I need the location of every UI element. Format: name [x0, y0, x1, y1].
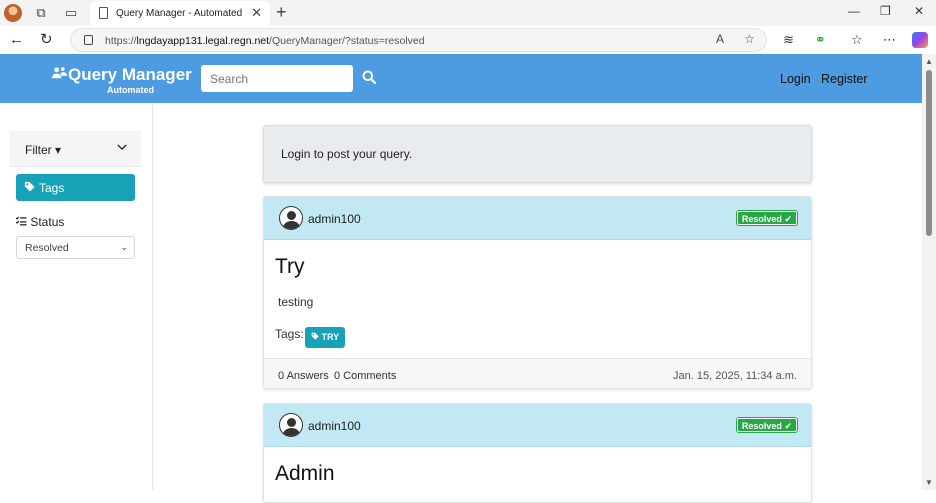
brand-subtitle: Automated — [107, 85, 154, 95]
status-heading: Status — [15, 215, 65, 229]
search-input[interactable] — [201, 65, 353, 92]
question-footer: 0 Answers 0 Comments Jan. 15, 2025, 11:3… — [264, 358, 811, 388]
profile-avatar[interactable] — [4, 4, 22, 22]
comments-count: 0 Comments — [334, 370, 397, 382]
more-menu-icon[interactable]: ⋯ — [883, 32, 896, 48]
resolved-badge: Resolved ✔ — [736, 211, 797, 225]
new-tab-button[interactable]: + — [276, 2, 287, 23]
tab-close-icon[interactable]: ✕ — [251, 5, 262, 21]
answers-count: 0 Answers — [278, 370, 329, 382]
app-navbar: Query Manager Automated Login Register — [0, 54, 922, 103]
tag-icon — [311, 332, 319, 342]
restore-button[interactable]: ❐ — [880, 4, 891, 18]
favorites-icon[interactable]: ☆ — [851, 32, 863, 48]
question-card[interactable]: admin100 Resolved ✔ Try testing Tags: TR… — [263, 196, 812, 389]
login-notice: Login to post your query. — [263, 125, 812, 183]
read-aloud-icon[interactable]: A — [716, 32, 724, 46]
filter-sidebar: Filter ▾ Tags Status Resolved ⌄ — [0, 103, 153, 490]
user-avatar-icon — [279, 413, 303, 437]
status-select[interactable]: Resolved ⌄ — [16, 236, 135, 259]
tag-icon — [24, 181, 35, 195]
question-body: testing — [278, 295, 314, 309]
register-link[interactable]: Register — [821, 72, 868, 86]
filter-caret-icon: ▾ — [55, 143, 62, 157]
users-icon — [52, 66, 67, 85]
browser-tab[interactable]: Query Manager - Automated ✕ — [90, 1, 270, 26]
back-arrow-icon[interactable]: ← — [9, 32, 24, 48]
scroll-up-icon[interactable]: ▲ — [925, 57, 933, 66]
chevron-down-icon — [117, 144, 127, 151]
question-title[interactable]: Try — [275, 255, 305, 279]
question-date: Jan. 15, 2025, 11:34 a.m. — [673, 370, 797, 382]
select-chevron-icon: ⌄ — [120, 242, 128, 252]
scroll-thumb[interactable] — [926, 70, 932, 236]
tab-title: Query Manager - Automated — [116, 8, 243, 19]
window-close-button[interactable]: ✕ — [914, 4, 924, 18]
refresh-icon[interactable]: ↻ — [40, 32, 53, 48]
filter-toggle[interactable]: Filter ▾ — [10, 131, 141, 167]
question-author[interactable]: admin100 — [308, 419, 361, 433]
list-check-icon — [15, 215, 30, 229]
url-field[interactable]: https://lngdayapp131.legal.regn.net/Quer… — [70, 28, 767, 52]
workspaces-icon[interactable]: ⧉ — [33, 5, 49, 21]
tags-row-label: Tags: — [275, 327, 304, 341]
tab-actions-icon[interactable]: ▭ — [63, 5, 79, 21]
link-extension-icon[interactable]: ⚭ — [815, 32, 826, 48]
tag-pill[interactable]: TRY — [305, 327, 346, 348]
page-scrollbar[interactable]: ▲ ▼ — [922, 54, 936, 490]
page-icon — [99, 7, 108, 19]
scroll-down-icon[interactable]: ▼ — [925, 478, 933, 487]
extension-icon[interactable]: ≋ — [783, 32, 794, 48]
login-link[interactable]: Login — [780, 72, 811, 86]
tags-label: Tags — [39, 181, 65, 195]
tags-button[interactable]: Tags — [16, 174, 135, 201]
question-header: admin100 Resolved ✔ — [264, 197, 811, 240]
status-label: Status — [30, 215, 65, 229]
check-icon: ✔ — [784, 421, 792, 431]
copilot-icon[interactable] — [912, 32, 928, 48]
question-header: admin100 Resolved ✔ — [264, 404, 811, 447]
question-card[interactable]: admin100 Resolved ✔ Admin — [263, 403, 812, 503]
minimize-button[interactable]: — — [848, 4, 860, 18]
url-text: https://lngdayapp131.legal.regn.net/Quer… — [105, 35, 425, 47]
favorite-star-icon[interactable]: ☆ — [744, 32, 755, 46]
question-author[interactable]: admin100 — [308, 212, 361, 226]
lock-icon[interactable] — [84, 35, 93, 45]
status-select-value: Resolved — [25, 242, 69, 254]
brand-name: Query Manager — [68, 65, 192, 84]
tag-label: TRY — [321, 332, 340, 342]
question-title[interactable]: Admin — [275, 462, 335, 486]
resolved-badge: Resolved ✔ — [736, 418, 797, 432]
browser-tab-bar: ⧉ ▭ Query Manager - Automated ✕ + — ❐ ✕ — [0, 0, 936, 26]
user-avatar-icon — [279, 206, 303, 230]
check-icon: ✔ — [784, 214, 792, 224]
search-icon[interactable] — [362, 70, 378, 86]
address-bar-row: ← ↻ https://lngdayapp131.legal.regn.net/… — [0, 26, 936, 54]
login-notice-text: Login to post your query. — [281, 147, 413, 161]
filter-label: Filter ▾ — [25, 143, 62, 157]
